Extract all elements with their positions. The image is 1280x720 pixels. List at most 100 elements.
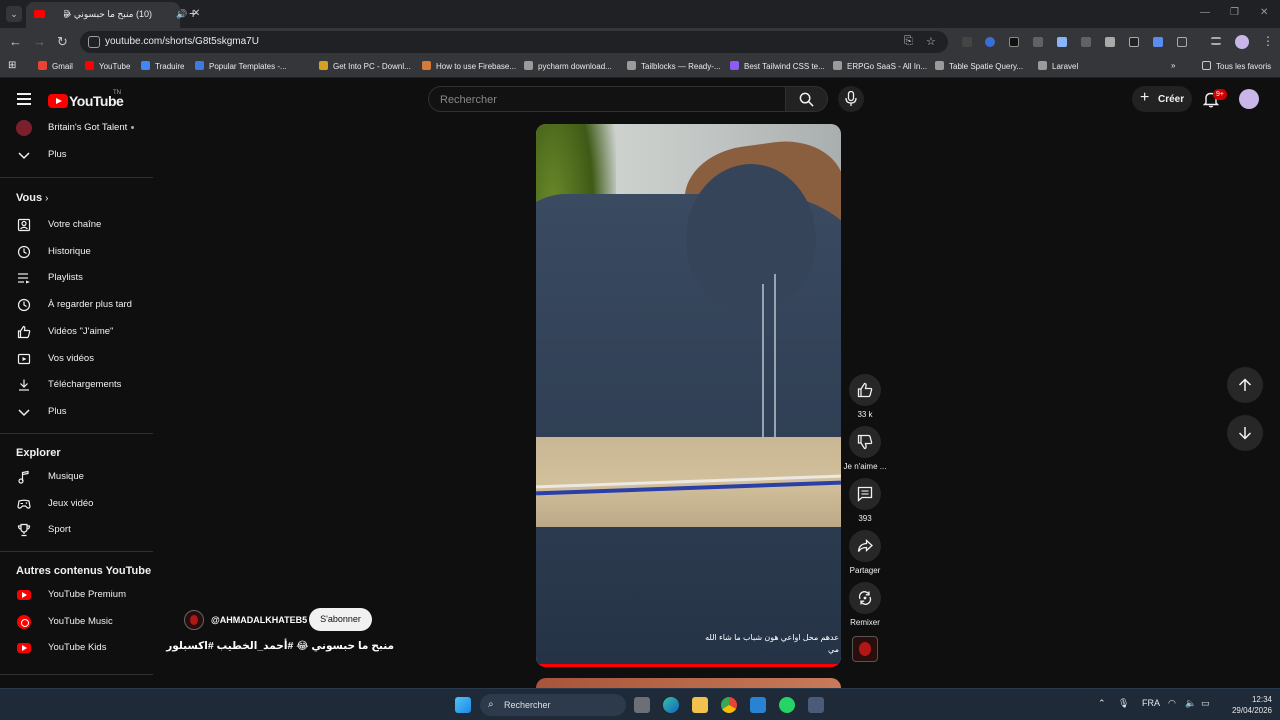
previous-short-button[interactable] — [1227, 367, 1263, 403]
account-avatar[interactable] — [1239, 89, 1259, 109]
minimize-button[interactable]: — — [1200, 7, 1210, 18]
bookmark-item[interactable]: Best Tailwind CSS te... — [730, 61, 825, 73]
channel-handle[interactable]: @AHMADALKHATEB5 — [211, 615, 307, 625]
speaker-icon[interactable]: 🔊 — [176, 9, 187, 20]
dislike-button[interactable] — [849, 426, 881, 458]
file-explorer-icon[interactable] — [692, 697, 708, 713]
address-bar[interactable]: youtube.com/shorts/G8t5skgma7U ⎘ ☆ — [80, 31, 948, 53]
sidebar-item-playlists[interactable]: Playlists — [0, 266, 160, 290]
audio-source-avatar[interactable] — [852, 636, 878, 662]
extension-doc-icon[interactable] — [1057, 37, 1067, 47]
vscode-icon[interactable] — [750, 697, 766, 713]
like-button[interactable] — [849, 374, 881, 406]
puzzle-extensions-icon[interactable] — [1177, 37, 1187, 47]
share-button[interactable] — [849, 530, 881, 562]
you-section-heading[interactable]: Vous › — [16, 192, 48, 204]
bookmark-item[interactable]: ERPGo SaaS - All In... — [833, 61, 927, 73]
bookmark-item[interactable]: How to use Firebase... — [422, 61, 516, 73]
forward-button[interactable]: → — [33, 34, 46, 49]
bookmark-item[interactable]: Table Spatie Query... — [935, 61, 1023, 73]
taskbar-search[interactable]: ⌕ Rechercher — [480, 694, 626, 716]
battery-icon[interactable]: ▭ — [1201, 698, 1210, 709]
sidebar-item-label: Sport — [48, 524, 71, 536]
microphone-tray-icon[interactable]: 🎙 — [1118, 698, 1129, 709]
bookmark-item[interactable]: Gmail — [38, 61, 73, 73]
back-button[interactable]: ← — [9, 34, 22, 49]
system-clock[interactable]: 12:34 29/04/2026 — [1222, 694, 1272, 716]
wifi-icon[interactable]: ◠ — [1168, 698, 1176, 709]
install-app-icon[interactable]: ⎘ — [904, 35, 913, 48]
search-input[interactable]: Rechercher — [428, 86, 786, 112]
whatsapp-icon[interactable] — [779, 697, 795, 713]
incognito-extension-icon[interactable] — [1129, 37, 1139, 47]
new-tab-button[interactable]: + — [189, 5, 197, 21]
bookmark-item[interactable]: Traduire — [141, 61, 185, 73]
sidebar-item-more-subscriptions[interactable]: Plus — [0, 143, 160, 167]
bookmark-item[interactable]: Tailblocks — Ready-... — [627, 61, 721, 73]
reload-button[interactable]: ↻ — [57, 34, 68, 50]
bookmark-item[interactable]: Get Into PC - Downl... — [319, 61, 411, 73]
create-button[interactable]: + Créer — [1132, 86, 1192, 112]
site-info-icon[interactable] — [88, 36, 100, 48]
sidebar-item-gaming[interactable]: Jeux vidéo — [0, 492, 160, 516]
tab-search-button[interactable]: ⌄ — [6, 6, 22, 22]
sidebar-item-your-videos[interactable]: Vos vidéos — [0, 347, 160, 371]
windows-start-icon[interactable] — [455, 697, 471, 713]
next-short-button[interactable] — [1227, 415, 1263, 451]
close-window-button[interactable]: ✕ — [1260, 7, 1268, 18]
bookmarks-overflow-icon[interactable]: » — [1171, 61, 1175, 73]
music-icon — [18, 470, 29, 484]
comments-button[interactable] — [849, 478, 881, 510]
extension-l-icon[interactable] — [962, 37, 972, 47]
extension-globe-icon[interactable] — [985, 37, 995, 47]
sidebar-item-sports[interactable]: Sport — [0, 518, 160, 542]
sidebar-item-your-channel[interactable]: Votre chaîne — [0, 213, 160, 237]
terminal-extension-icon[interactable] — [1009, 37, 1019, 47]
browser-tab-active[interactable]: (10) منبح ما حبسوني 😂 #أحـ 🔊 ✕ — [26, 2, 200, 28]
browser-tab-bar: ⌄ (10) منبح ما حبسوني 😂 #أحـ 🔊 ✕ + — ❐ ✕ — [0, 0, 1280, 28]
sidebar-item-britains-got-talent[interactable]: Britain's Got Talent — [0, 118, 160, 140]
apps-grid-icon[interactable]: ⊞ — [8, 60, 16, 72]
sidebar-item-liked-videos[interactable]: Vidéos "J'aime" — [0, 320, 160, 344]
menu-hamburger-icon[interactable] — [17, 93, 31, 105]
url-text[interactable]: youtube.com/shorts/G8t5skgma7U — [105, 36, 259, 47]
shield-extension-icon[interactable] — [1105, 37, 1115, 47]
media-controls-icon[interactable] — [1211, 37, 1221, 45]
video-title[interactable]: منبح ما حبسوني 😂 #أحمد_الخطيب #اكسبلور — [166, 640, 394, 652]
voice-search-button[interactable] — [838, 86, 864, 112]
sidebar-item-music[interactable]: Musique — [0, 465, 160, 489]
notification-badge: 9+ — [1213, 89, 1227, 100]
maximize-button[interactable]: ❐ — [1230, 7, 1239, 18]
extension-icon[interactable] — [1033, 37, 1043, 47]
sidebar-item-watch-later[interactable]: À regarder plus tard — [0, 293, 160, 317]
sidebar-item-more[interactable]: Plus — [0, 400, 160, 424]
volume-icon[interactable]: 🔈 — [1185, 698, 1196, 709]
sidebar-item-downloads[interactable]: Téléchargements — [0, 373, 160, 397]
browser-profile-avatar[interactable] — [1235, 35, 1249, 49]
tray-overflow-icon[interactable]: ⌃ — [1098, 698, 1106, 709]
subscribe-button[interactable]: S'abonner — [309, 608, 372, 631]
search-button[interactable] — [786, 86, 828, 112]
language-indicator[interactable]: FRA — [1142, 698, 1160, 708]
task-view-icon[interactable] — [634, 697, 650, 713]
bookmark-item[interactable]: pycharm download... — [524, 61, 612, 73]
remix-button[interactable] — [849, 582, 881, 614]
chrome-browser-icon[interactable] — [721, 697, 737, 713]
video-progress-bar[interactable] — [536, 664, 841, 667]
bookmark-star-icon[interactable]: ☆ — [926, 35, 936, 48]
sidebar-item-youtube-premium[interactable]: YouTube Premium — [0, 583, 160, 607]
extension-grid-icon[interactable] — [1081, 37, 1091, 47]
all-bookmarks-folder[interactable]: Tous les favoris — [1202, 61, 1271, 73]
browser-menu-icon[interactable]: ⋮ — [1262, 34, 1274, 48]
sidebar-item-youtube-kids[interactable]: YouTube Kids — [0, 636, 160, 660]
bookmark-item[interactable]: YouTube — [85, 61, 130, 73]
sidebar-item-youtube-music[interactable]: YouTube Music — [0, 610, 160, 634]
shorts-video-player[interactable]: عدهم محل اواعي هون شباب ما شاء الله مي — [536, 124, 841, 667]
extension-blue-icon[interactable] — [1153, 37, 1163, 47]
bookmark-item[interactable]: Popular Templates -... — [195, 61, 287, 73]
edge-browser-icon[interactable] — [663, 697, 679, 713]
bookmark-item[interactable]: Laravel — [1038, 61, 1078, 73]
sidebar-item-history[interactable]: Historique — [0, 240, 160, 264]
steam-icon[interactable] — [808, 697, 824, 713]
channel-avatar[interactable] — [184, 610, 204, 630]
